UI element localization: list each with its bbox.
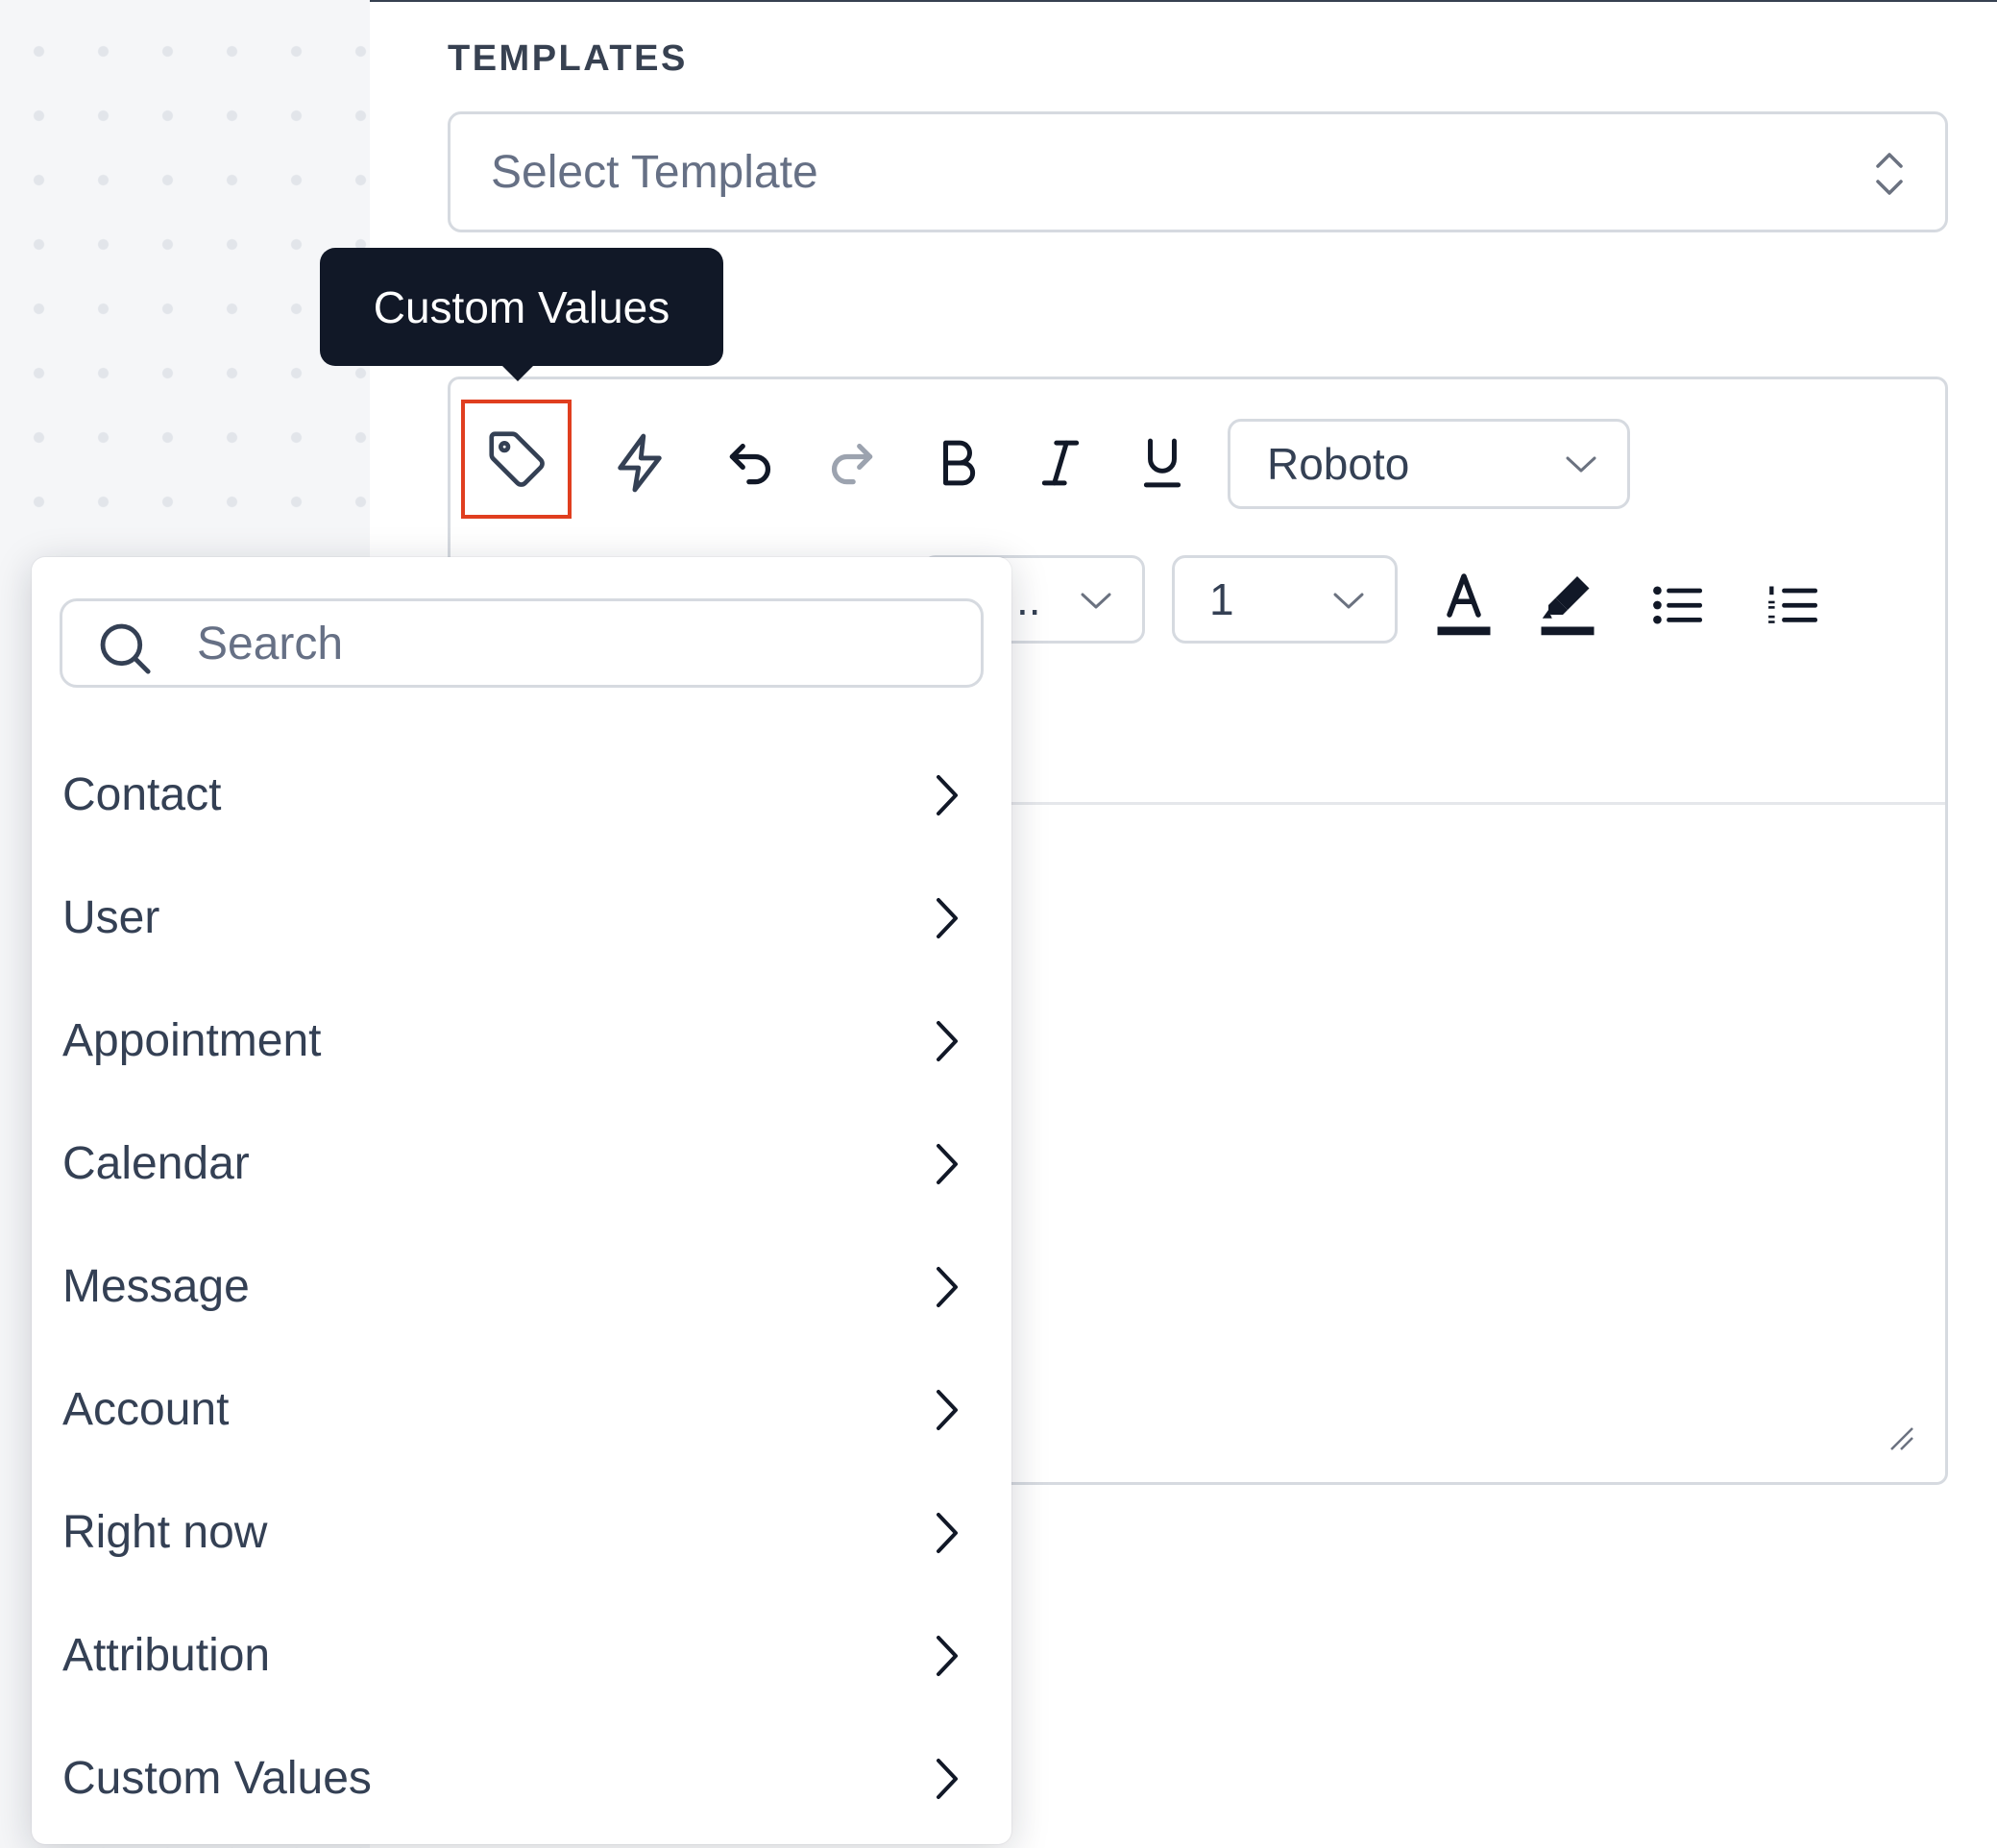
chevron-right-icon <box>937 1636 958 1676</box>
menu-item-label: Account <box>62 1383 230 1435</box>
redo-icon <box>831 443 873 485</box>
custom-values-button[interactable] <box>461 400 572 519</box>
menu-item-appointment[interactable]: Appointment <box>32 979 1011 1102</box>
chevron-down-icon <box>1081 593 1111 609</box>
numbered-list-button[interactable] <box>1752 565 1833 645</box>
menu-item-label: Right now <box>62 1506 268 1558</box>
chevron-right-icon <box>937 775 958 815</box>
custom-values-search[interactable] <box>60 598 984 688</box>
italic-button[interactable] <box>1020 423 1101 503</box>
chevron-down-icon <box>1333 593 1364 609</box>
menu-item-label: Message <box>62 1260 250 1312</box>
underline-icon <box>1143 438 1181 488</box>
menu-item-label: Calendar <box>62 1137 250 1189</box>
bullet-list-icon <box>1653 586 1702 624</box>
tag-icon <box>488 431 545 487</box>
bold-button[interactable] <box>917 423 998 503</box>
chevron-down-icon <box>1566 456 1596 473</box>
menu-item-label: Contact <box>62 768 222 820</box>
chevron-right-icon <box>937 1144 958 1184</box>
numbered-list-icon <box>1768 586 1817 623</box>
font-family-value: Roboto <box>1267 439 1410 489</box>
underline-button[interactable] <box>1122 423 1203 503</box>
trigger-links-button[interactable] <box>599 423 680 503</box>
bullet-list-button[interactable] <box>1637 565 1717 645</box>
custom-values-dropdown: Contact User Appointment Calendar Messag… <box>32 557 1011 1844</box>
menu-item-label: Appointment <box>62 1014 322 1066</box>
menu-item-user[interactable]: User <box>32 856 1011 979</box>
chevron-right-icon <box>937 1390 958 1430</box>
font-size-select[interactable]: 1 <box>1172 555 1398 644</box>
redo-button[interactable] <box>811 423 891 503</box>
highlight-button[interactable] <box>1527 565 1608 645</box>
lightning-icon <box>618 433 662 493</box>
resize-handle-icon[interactable] <box>1887 1424 1916 1453</box>
highlight-icon <box>1541 576 1595 636</box>
custom-values-tooltip: Custom Values <box>320 248 723 366</box>
menu-item-account[interactable]: Account <box>32 1348 1011 1471</box>
chevron-right-icon <box>937 898 958 938</box>
template-select[interactable]: Select Template <box>448 111 1948 232</box>
menu-item-right-now[interactable]: Right now <box>32 1471 1011 1593</box>
font-size-value: 1 <box>1209 574 1234 624</box>
chevron-right-icon <box>937 1759 958 1799</box>
menu-item-calendar[interactable]: Calendar <box>32 1102 1011 1225</box>
chevron-right-icon <box>937 1021 958 1061</box>
chevron-right-icon <box>937 1513 958 1553</box>
text-color-icon <box>1437 573 1491 636</box>
undo-icon <box>729 443 771 485</box>
menu-item-label: Attribution <box>62 1629 271 1681</box>
chevron-right-icon <box>937 1267 958 1307</box>
menu-item-label: User <box>62 891 160 943</box>
bold-icon <box>943 440 976 486</box>
menu-item-label: Custom Values <box>62 1752 372 1804</box>
template-select-placeholder: Select Template <box>491 146 818 198</box>
undo-button[interactable] <box>711 423 791 503</box>
select-updown-icon <box>1876 153 1903 195</box>
search-input[interactable] <box>197 615 965 672</box>
search-icon <box>100 623 151 674</box>
italic-icon <box>1041 440 1080 486</box>
font-style-value: .. <box>1016 574 1041 624</box>
menu-item-contact[interactable]: Contact <box>32 733 1011 856</box>
templates-label: TEMPLATES <box>448 38 688 79</box>
font-family-select[interactable]: Roboto <box>1228 419 1630 509</box>
menu-item-attribution[interactable]: Attribution <box>32 1593 1011 1716</box>
text-color-button[interactable] <box>1424 565 1504 645</box>
tooltip-arrow <box>501 365 534 381</box>
menu-item-message[interactable]: Message <box>32 1225 1011 1348</box>
menu-item-custom-values[interactable]: Custom Values <box>32 1716 1011 1839</box>
